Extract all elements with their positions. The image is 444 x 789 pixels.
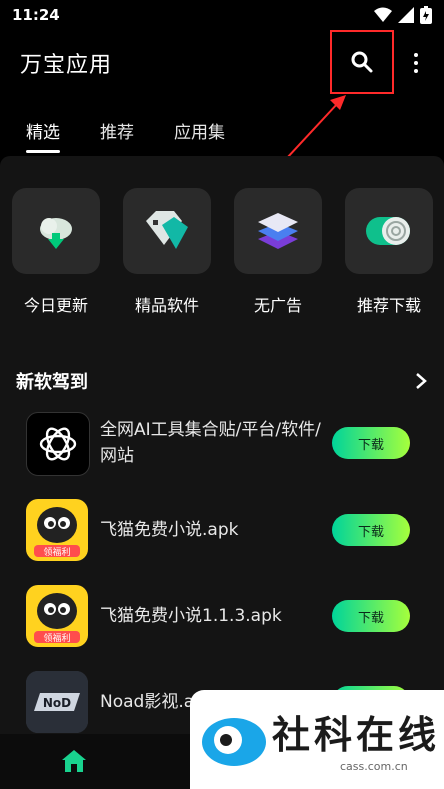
feimao-icon: 领福利	[26, 499, 88, 561]
category-label: 今日更新	[23, 296, 88, 315]
category-no-ads[interactable]: 无广告	[234, 188, 322, 316]
status-time: 11:24	[12, 6, 60, 24]
category-label: 精品软件	[134, 296, 199, 315]
category-recommended-downloads[interactable]: 推荐下载	[345, 188, 433, 316]
tab-bar: 精选 推荐 应用集	[0, 108, 444, 154]
tab-featured[interactable]: 精选	[26, 108, 60, 153]
home-icon	[62, 750, 86, 772]
category-row: 今日更新 精品软件 无广告 推荐下载	[0, 188, 444, 318]
list-item[interactable]: 领福利 飞猫免费小说1.1.3.apk 下载	[0, 581, 444, 651]
tab-app-collections[interactable]: 应用集	[174, 108, 225, 143]
category-tile	[345, 188, 433, 274]
category-today-updates[interactable]: 今日更新	[12, 188, 100, 316]
status-icons	[374, 6, 432, 24]
app-name: 飞猫免费小说1.1.3.apk	[100, 606, 282, 626]
category-tile	[12, 188, 100, 274]
feimao-icon: 领福利	[26, 585, 88, 647]
nav-home[interactable]	[60, 748, 88, 778]
search-button[interactable]	[330, 30, 394, 94]
category-premium-software[interactable]: 精品软件	[123, 188, 211, 316]
battery-icon	[420, 6, 432, 24]
app-badge: 领福利	[43, 632, 70, 644]
app-title: 万宝应用	[20, 53, 113, 78]
tab-recommended[interactable]: 推荐	[100, 108, 134, 143]
section-title: 新软驾到	[16, 372, 88, 393]
wifi-icon	[374, 7, 392, 22]
more-dot-icon	[414, 61, 418, 65]
search-icon	[351, 51, 373, 73]
watermark: 社科在线 cass.com.cn	[190, 690, 444, 789]
chevron-right-icon[interactable]	[414, 371, 428, 391]
status-bar: 11:24	[0, 0, 444, 30]
app-bar: 万宝应用	[0, 30, 444, 96]
diamond-icon	[146, 211, 188, 249]
category-label: 推荐下载	[356, 296, 421, 315]
watermark-logo-icon	[202, 718, 266, 766]
category-label: 无广告	[253, 296, 302, 315]
app-name: 飞猫免费小说.apk	[100, 520, 239, 540]
signal-icon	[398, 7, 414, 23]
more-dot-icon	[414, 69, 418, 73]
app-name: 全网AI工具集合贴/平台/软件/网站	[100, 420, 321, 466]
more-dot-icon	[414, 53, 418, 57]
section-header[interactable]: 新软驾到	[16, 366, 428, 396]
cloud-download-icon	[40, 218, 72, 249]
svg-text:NoD: NoD	[43, 696, 71, 710]
download-button[interactable]: 下载	[332, 427, 410, 459]
download-button[interactable]: 下载	[332, 600, 410, 632]
download-button[interactable]: 下载	[332, 514, 410, 546]
category-tile	[123, 188, 211, 274]
list-item[interactable]: 领福利 飞猫免费小说.apk 下载	[0, 495, 444, 565]
watermark-title: 社科在线	[272, 713, 441, 757]
noad-icon: NoD	[26, 671, 88, 733]
content-panel: 今日更新 精品软件 无广告 推荐下载 新软驾到 全网AI工具集合贴/平台/软件/…	[0, 156, 444, 736]
more-menu-button[interactable]	[406, 48, 426, 78]
toggle-target-icon	[366, 217, 410, 245]
category-tile	[234, 188, 322, 274]
layers-icon	[258, 213, 298, 249]
list-item[interactable]: 全网AI工具集合贴/平台/软件/网站 下载	[0, 408, 444, 478]
openai-logo-icon	[26, 412, 90, 476]
watermark-subtitle: cass.com.cn	[340, 760, 408, 773]
app-badge: 领福利	[43, 546, 70, 558]
